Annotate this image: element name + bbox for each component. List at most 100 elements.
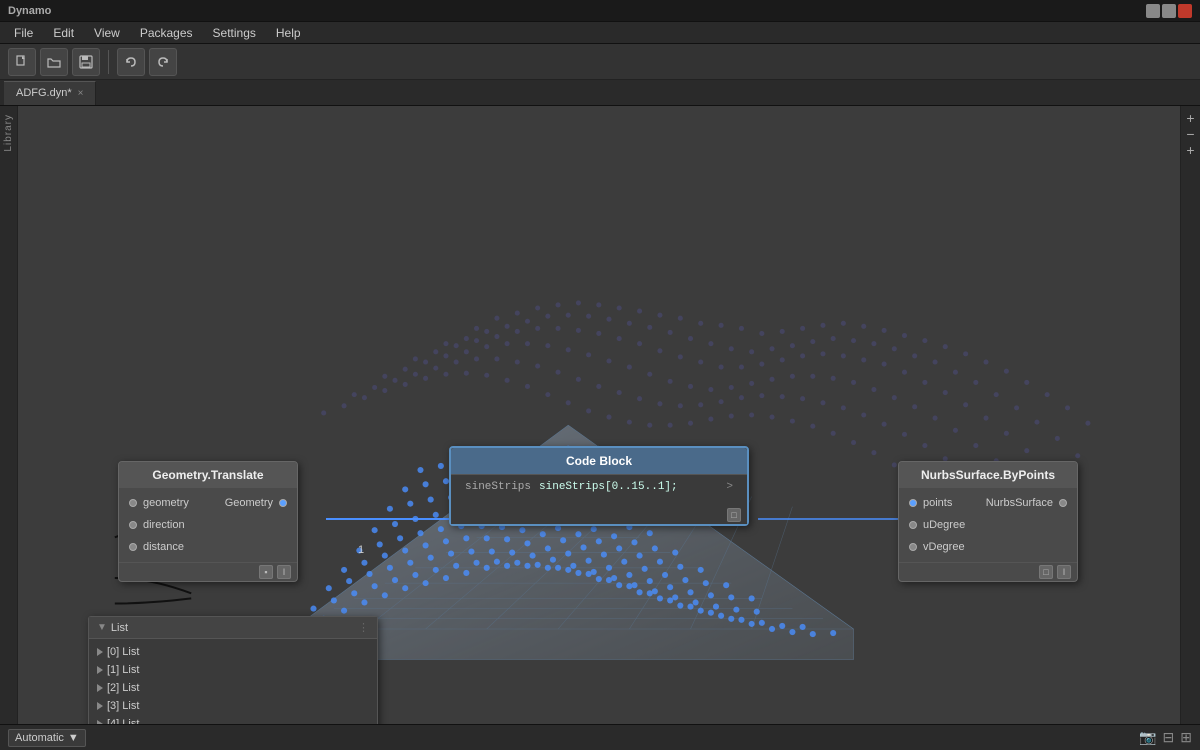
- code-text[interactable]: sineStrips[0..15..1];: [539, 481, 718, 493]
- list-item: [1] List: [89, 661, 377, 679]
- right-panel: + − +: [1180, 106, 1200, 724]
- code-block-resize[interactable]: □: [727, 508, 741, 522]
- nurbs-port-udegree: uDegree: [899, 514, 1077, 536]
- titlebar: Dynamo: [0, 0, 1200, 22]
- port-points-in[interactable]: [909, 499, 917, 507]
- nurbs-body: points NurbsSurface uDegree vDegree: [899, 488, 1077, 562]
- statusbar: Automatic ▼ 📷 ⊟ ⊞: [0, 724, 1200, 750]
- port-geometry-out[interactable]: [279, 499, 287, 507]
- toolbar: [0, 44, 1200, 80]
- list-triangle-main[interactable]: ▼: [97, 622, 107, 633]
- code-row: sineStrips sineStrips[0..15..1]; >: [457, 479, 741, 495]
- open-button[interactable]: [40, 48, 68, 76]
- geom-translate-body: geometry Geometry direction distance: [119, 488, 297, 562]
- new-button[interactable]: [8, 48, 36, 76]
- port-distance-in[interactable]: [129, 543, 137, 551]
- code-arrow: >: [718, 481, 741, 493]
- zoom-in-button[interactable]: +: [1184, 110, 1198, 124]
- port-udegree-in[interactable]: [909, 521, 917, 529]
- port-nurbssurface-out[interactable]: [1059, 499, 1067, 507]
- port-direction-in[interactable]: [129, 521, 137, 529]
- list-expand-2[interactable]: [97, 684, 103, 692]
- list-content: [0] List [1] List [2] List [3] List [4] …: [89, 639, 377, 724]
- menu-file[interactable]: File: [4, 24, 43, 42]
- tabbar: ADFG.dyn* ×: [0, 80, 1200, 106]
- menubar: File Edit View Packages Settings Help: [0, 22, 1200, 44]
- fit-view-button[interactable]: +: [1184, 142, 1198, 156]
- nurbs-label-vdegree: vDegree: [923, 541, 1067, 553]
- list-label-0: [0] List: [107, 646, 139, 658]
- sidebar: Library: [0, 106, 18, 724]
- nurbs-header: NurbsSurface.ByPoints: [899, 462, 1077, 488]
- menu-help[interactable]: Help: [266, 24, 311, 42]
- port-geometry-in[interactable]: [129, 499, 137, 507]
- geom-translate-header: Geometry.Translate: [119, 462, 297, 488]
- tab-close[interactable]: ×: [78, 88, 84, 99]
- library-label: Library: [3, 114, 14, 152]
- geometry-translate-node[interactable]: Geometry.Translate geometry Geometry dir…: [118, 461, 298, 582]
- menu-packages[interactable]: Packages: [130, 24, 203, 42]
- geom-label-direction: direction: [143, 519, 287, 531]
- list-item: [2] List: [89, 679, 377, 697]
- save-button[interactable]: [72, 48, 100, 76]
- zoom-out-button[interactable]: −: [1184, 126, 1198, 140]
- geom-port-direction: direction: [119, 514, 297, 536]
- camera-icon[interactable]: 📷: [1139, 729, 1156, 746]
- nurbs-footer: □ I: [899, 562, 1077, 581]
- layout-icon[interactable]: ⊟: [1163, 729, 1175, 746]
- status-left: Automatic ▼: [8, 729, 86, 747]
- nurbs-output-label: NurbsSurface: [986, 497, 1053, 509]
- nurbs-icon-1[interactable]: □: [1039, 565, 1053, 579]
- menu-edit[interactable]: Edit: [43, 24, 84, 42]
- nurbs-port-points: points NurbsSurface: [899, 492, 1077, 514]
- geom-icon-1[interactable]: ▪: [259, 565, 273, 579]
- list-scroll: ⋮: [358, 621, 369, 634]
- code-block-content[interactable]: sineStrips sineStrips[0..15..1]; >: [451, 474, 747, 506]
- list-label-2: [2] List: [107, 682, 139, 694]
- redo-button[interactable]: [149, 48, 177, 76]
- geom-port-distance: distance: [119, 536, 297, 558]
- tab-label: ADFG.dyn*: [16, 87, 72, 99]
- status-right: 📷 ⊟ ⊞: [1139, 729, 1192, 746]
- list-expand-1[interactable]: [97, 666, 103, 674]
- nurbs-label-udegree: uDegree: [923, 519, 1067, 531]
- code-block-header: Code Block: [451, 448, 747, 474]
- toolbar-divider: [108, 50, 109, 74]
- undo-button[interactable]: [117, 48, 145, 76]
- connection-label: 1: [358, 544, 364, 556]
- nurbs-icon-2[interactable]: I: [1057, 565, 1071, 579]
- titlebar-left: Dynamo: [8, 5, 51, 17]
- nurbs-surface-node[interactable]: NurbsSurface.ByPoints points NurbsSurfac…: [898, 461, 1078, 582]
- list-panel-header: ▼ List ⋮: [89, 617, 377, 639]
- port-vdegree-in[interactable]: [909, 543, 917, 551]
- menu-settings[interactable]: Settings: [203, 24, 266, 42]
- canvas[interactable]: 1 Geometry.Translate geometry Geometry d…: [18, 106, 1200, 724]
- geom-output-label: Geometry: [208, 497, 273, 509]
- list-label-1: [1] List: [107, 664, 139, 676]
- code-block-node[interactable]: Code Block sineStrips sineStrips[0..15..…: [449, 446, 749, 526]
- minimize-button[interactable]: [1146, 4, 1160, 18]
- tab-adfg[interactable]: ADFG.dyn* ×: [4, 81, 96, 105]
- geom-label-geometry: geometry: [143, 497, 208, 509]
- menu-view[interactable]: View: [84, 24, 130, 42]
- run-mode-dropdown[interactable]: Automatic ▼: [8, 729, 86, 747]
- list-item: [4] List: [89, 715, 377, 724]
- nurbs-label-points: points: [923, 497, 986, 509]
- list-expand-0[interactable]: [97, 648, 103, 656]
- run-mode-label: Automatic: [15, 732, 64, 744]
- list-label-3: [3] List: [107, 700, 139, 712]
- geom-label-distance: distance: [143, 541, 287, 553]
- code-input-label: sineStrips: [457, 479, 539, 495]
- grid-icon[interactable]: ⊞: [1180, 729, 1192, 746]
- list-title: List: [111, 622, 128, 634]
- close-button[interactable]: [1178, 4, 1192, 18]
- titlebar-controls: [1146, 4, 1192, 18]
- list-panel: ▼ List ⋮ [0] List [1] List [2] List: [88, 616, 378, 724]
- dropdown-arrow: ▼: [68, 732, 79, 744]
- list-item: [3] List: [89, 697, 377, 715]
- list-item: [0] List: [89, 643, 377, 661]
- maximize-button[interactable]: [1162, 4, 1176, 18]
- geom-icon-2[interactable]: I: [277, 565, 291, 579]
- list-expand-3[interactable]: [97, 702, 103, 710]
- app-title: Dynamo: [8, 5, 51, 17]
